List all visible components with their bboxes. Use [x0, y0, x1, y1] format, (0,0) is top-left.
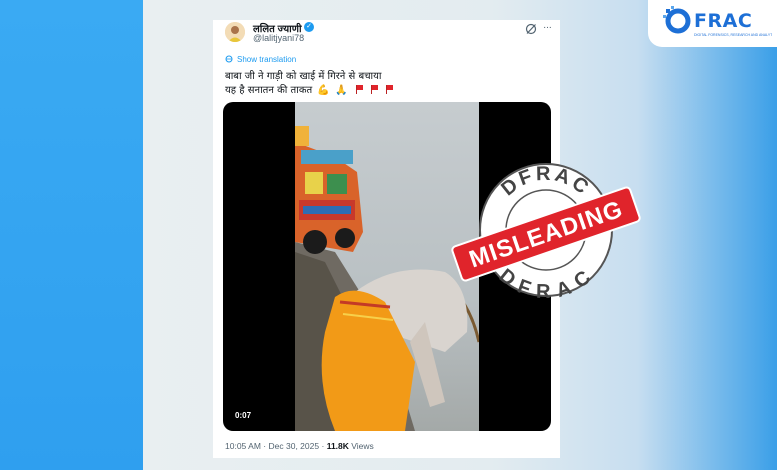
tweet-text-line-2-text: यह है सनातन की ताकत: [225, 85, 313, 96]
views-label: Views: [351, 441, 374, 451]
logo-tagline: DIGITAL FORENSICS, RESEARCH AND ANALYTIC…: [694, 33, 772, 37]
more-options-icon[interactable]: ···: [543, 22, 552, 33]
avatar[interactable]: [225, 22, 245, 42]
red-flag-icon: [386, 85, 394, 94]
user-handle[interactable]: @lalitjyani78: [253, 33, 304, 43]
left-blue-band: [0, 0, 143, 470]
meta-separator: ·: [321, 441, 325, 451]
avatar-image: [225, 22, 245, 42]
red-flag-icon: [370, 85, 378, 94]
folded-hands-emoji-icon: 🙏: [335, 85, 348, 96]
show-translation-label: Show translation: [237, 55, 297, 64]
show-translation-link[interactable]: Show translation: [225, 55, 296, 64]
tweet-text-line-1: बाबा जी ने गाड़ी को खाई में गिरने से बचा…: [225, 71, 382, 82]
tweet-text-line-2: यह है सनातन की ताकत 💪 🙏: [225, 82, 394, 96]
translate-icon: [225, 55, 233, 63]
tweet-time[interactable]: 10:05 AM: [225, 441, 261, 451]
dfrac-logo: FRAC DIGITAL FORENSICS, RESEARCH AND ANA…: [648, 0, 777, 47]
logo-wordmark: FRAC: [694, 10, 753, 32]
meta-separator: ·: [263, 441, 267, 451]
views-count: 11.8K: [326, 441, 349, 451]
tweet-date[interactable]: Dec 30, 2025: [269, 441, 320, 451]
tweet-meta: 10:05 AM · Dec 30, 2025 · 11.8K Views: [225, 441, 374, 451]
dfrac-logo-icon: [663, 6, 691, 34]
red-flag-icon: [355, 85, 363, 94]
verified-badge-icon: ✓: [304, 22, 314, 32]
misleading-stamp: DFRAC DFRAC MISLEADING: [451, 163, 641, 300]
grok-icon[interactable]: [525, 23, 537, 35]
muscle-emoji-icon: 💪: [317, 85, 330, 96]
video-timestamp: 0:07: [235, 411, 252, 420]
